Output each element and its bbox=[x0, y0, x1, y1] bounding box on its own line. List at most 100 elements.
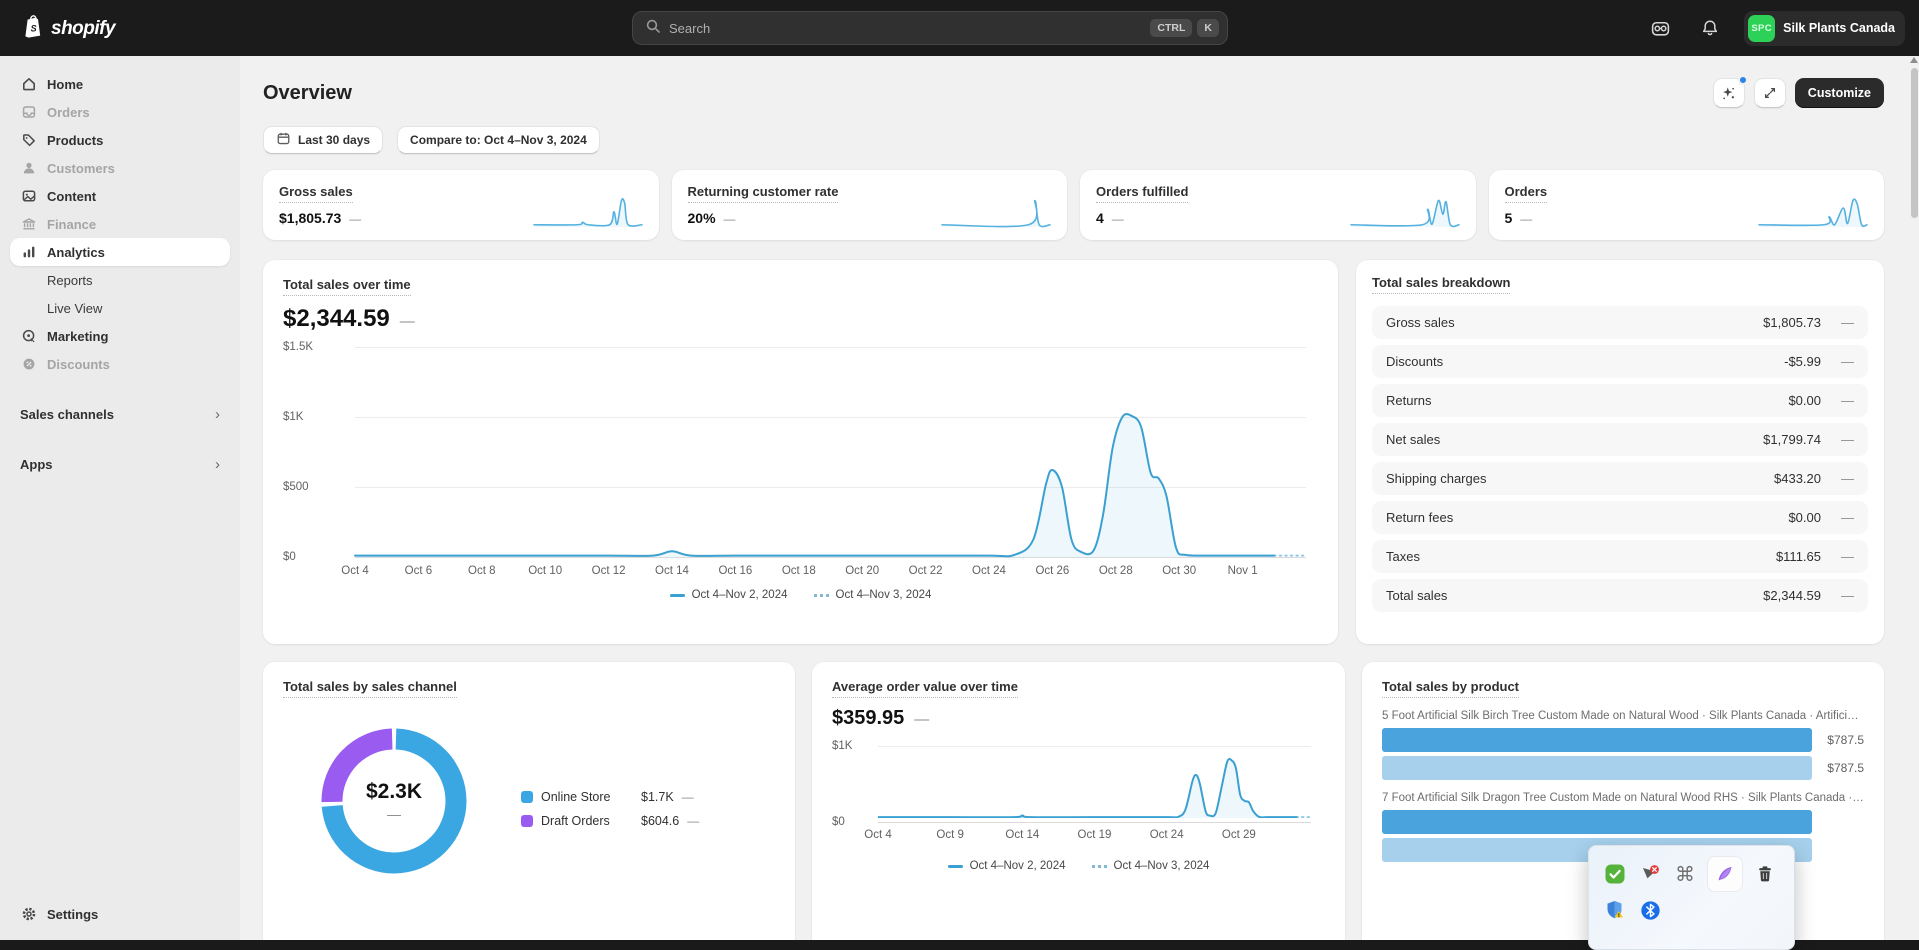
finance-icon bbox=[20, 216, 37, 233]
change-indicator: — bbox=[1841, 393, 1854, 408]
date-range-button[interactable]: Last 30 days bbox=[263, 126, 384, 154]
change-indicator: — bbox=[1841, 510, 1854, 525]
metric-value: $1,805.73 bbox=[279, 210, 342, 226]
sidebar-item-marketing[interactable]: Marketing bbox=[10, 322, 230, 350]
legend-label: Oct 4–Nov 3, 2024 bbox=[835, 589, 932, 601]
chart-title[interactable]: Average order value over time bbox=[832, 679, 1018, 698]
legend-swatch bbox=[521, 791, 533, 803]
metric-card-orders: Orders 5 — bbox=[1488, 170, 1884, 240]
page-scrollbar[interactable] bbox=[1909, 56, 1919, 940]
main-content: Overview Customize Last 30 days Compare … bbox=[240, 56, 1919, 940]
global-search[interactable]: CTRL K bbox=[632, 11, 1228, 45]
customize-button[interactable]: Customize bbox=[1794, 78, 1884, 108]
bluetooth-icon[interactable] bbox=[1638, 898, 1662, 922]
breakdown-row-taxes: Taxes $111.65— bbox=[1372, 540, 1868, 573]
line-chart-plot: $1.5K $1K $500 $0 bbox=[283, 341, 1306, 563]
metric-card-gross-sales: Gross sales $1,805.73 — bbox=[263, 170, 659, 240]
legend-draft-orders: Draft Orders $604.6 — bbox=[521, 814, 699, 828]
product-bar-value: $787.5 bbox=[1827, 761, 1864, 775]
shopify-logo[interactable]: S shopify bbox=[20, 13, 116, 44]
x-axis-tick: Oct 16 bbox=[718, 565, 753, 577]
change-indicator: — bbox=[387, 806, 401, 822]
compare-to-button[interactable]: Compare to: Oct 4–Nov 3, 2024 bbox=[397, 126, 600, 154]
product-bar-previous bbox=[1382, 756, 1812, 780]
sparkline-chart bbox=[1758, 198, 1868, 228]
sidebar-item-customers[interactable]: Customers bbox=[10, 154, 230, 182]
sidebar-item-analytics[interactable]: Analytics bbox=[10, 238, 230, 266]
product-label: 7 Foot Artificial Silk Dragon Tree Custo… bbox=[1382, 792, 1864, 804]
chart-legend: Oct 4–Nov 2, 2024 Oct 4–Nov 3, 2024 bbox=[283, 589, 1318, 601]
breakdown-row-return-fees: Return fees $0.00— bbox=[1372, 501, 1868, 534]
knot-icon[interactable]: ⌘ bbox=[1673, 862, 1697, 886]
chart-legend: Oct 4–Nov 2, 2024 Oct 4–Nov 3, 2024 bbox=[832, 860, 1325, 872]
metric-title[interactable]: Gross sales bbox=[279, 184, 353, 203]
fullscreen-expand-button[interactable] bbox=[1753, 78, 1786, 108]
metric-title[interactable]: Orders fulfilled bbox=[1096, 184, 1189, 203]
legend-online-store: Online Store $1.7K — bbox=[521, 790, 699, 804]
sidebar-item-home[interactable]: Home bbox=[10, 70, 230, 98]
sidebar-item-finance[interactable]: Finance bbox=[10, 210, 230, 238]
svg-text:S: S bbox=[31, 24, 37, 34]
sidebar-item-reports[interactable]: Reports bbox=[10, 266, 230, 294]
metric-title[interactable]: Returning customer rate bbox=[687, 184, 839, 203]
scrollbar-thumb[interactable] bbox=[1911, 68, 1918, 218]
sidebar: Home Orders Products Customers Content F… bbox=[0, 56, 240, 940]
home-icon bbox=[20, 76, 37, 93]
metric-title[interactable]: Orders bbox=[1504, 184, 1548, 203]
sidebar-item-discounts[interactable]: Discounts bbox=[10, 350, 230, 378]
sidebar-section-apps[interactable]: Apps › bbox=[10, 450, 230, 478]
x-axis-tick: Oct 9 bbox=[936, 829, 964, 841]
search-input[interactable] bbox=[669, 20, 1146, 36]
change-indicator: — bbox=[1520, 212, 1533, 226]
notifications-bell-icon[interactable] bbox=[1694, 12, 1726, 44]
shield-warning-icon[interactable] bbox=[1603, 898, 1627, 922]
cursor-blocked-icon[interactable] bbox=[1638, 862, 1662, 886]
sidebar-item-products[interactable]: Products bbox=[10, 126, 230, 154]
x-axis-tick: Oct 4 bbox=[864, 829, 892, 841]
x-axis-tick: Oct 20 bbox=[845, 565, 880, 577]
legend-label: Oct 4–Nov 2, 2024 bbox=[691, 589, 788, 601]
sidekick-icon[interactable] bbox=[1644, 12, 1676, 44]
sidebar-item-orders[interactable]: Orders bbox=[10, 98, 230, 126]
y-axis-tick: $500 bbox=[283, 481, 309, 493]
scrollbar-up-arrow[interactable] bbox=[1910, 57, 1918, 63]
x-axis: Oct 4 Oct 6 Oct 8 Oct 10 Oct 12 Oct 14 Oct 16 O… bbox=[341, 557, 1306, 583]
x-axis-tick: Oct 4 bbox=[341, 565, 369, 577]
line-chart-plot: $1K $0 bbox=[832, 740, 1311, 828]
x-axis-tick: Oct 24 bbox=[972, 565, 1006, 577]
donut-center-value: $2.3K bbox=[365, 780, 423, 803]
trash-icon[interactable] bbox=[1753, 862, 1777, 886]
legend-swatch bbox=[521, 815, 533, 827]
sidebar-item-live-view[interactable]: Live View bbox=[10, 294, 230, 322]
sparkline-chart bbox=[532, 198, 643, 227]
sidebar-section-sales-channels[interactable]: Sales channels › bbox=[10, 400, 230, 428]
feather-pen-icon[interactable] bbox=[1708, 857, 1742, 891]
marketing-icon bbox=[20, 328, 37, 345]
chart-total-value: $359.95 bbox=[832, 707, 905, 729]
change-indicator: — bbox=[1841, 354, 1854, 369]
breakdown-row-returns: Returns $0.00— bbox=[1372, 384, 1868, 417]
store-switcher[interactable]: SPC Silk Plants Canada bbox=[1744, 10, 1905, 46]
breakdown-row-gross-sales: Gross sales $1,805.73— bbox=[1372, 306, 1868, 339]
chart-title[interactable]: Total sales breakdown bbox=[1372, 275, 1511, 294]
sidebar-item-settings[interactable]: Settings bbox=[10, 900, 230, 928]
change-indicator: — bbox=[914, 711, 930, 728]
total-sales-breakdown-card: Total sales breakdown Gross sales $1,805.… bbox=[1356, 260, 1884, 644]
check-badge-icon[interactable] bbox=[1603, 862, 1627, 886]
y-axis-tick: $1K bbox=[832, 740, 853, 752]
legend-previous-swatch bbox=[813, 593, 829, 597]
store-avatar: SPC bbox=[1748, 14, 1776, 42]
change-indicator: — bbox=[1841, 315, 1854, 330]
system-tray-overflow: ⌘ bbox=[1588, 845, 1795, 950]
donut-legend: Online Store $1.7K — Draft Orders $604.6… bbox=[521, 790, 699, 828]
chart-title[interactable]: Total sales over time bbox=[283, 277, 411, 296]
change-indicator: — bbox=[1841, 432, 1854, 447]
ai-insights-button[interactable] bbox=[1712, 75, 1748, 108]
change-indicator: — bbox=[1841, 471, 1854, 486]
sidebar-item-content[interactable]: Content bbox=[10, 182, 230, 210]
shortcut-k-key: K bbox=[1197, 19, 1219, 37]
chart-title[interactable]: Total sales by product bbox=[1382, 679, 1520, 698]
chart-title[interactable]: Total sales by sales channel bbox=[283, 679, 457, 698]
shortcut-ctrl-key: CTRL bbox=[1150, 19, 1193, 37]
total-sales-over-time-card: Total sales over time $2,344.59 — $1.5K $… bbox=[263, 260, 1338, 644]
